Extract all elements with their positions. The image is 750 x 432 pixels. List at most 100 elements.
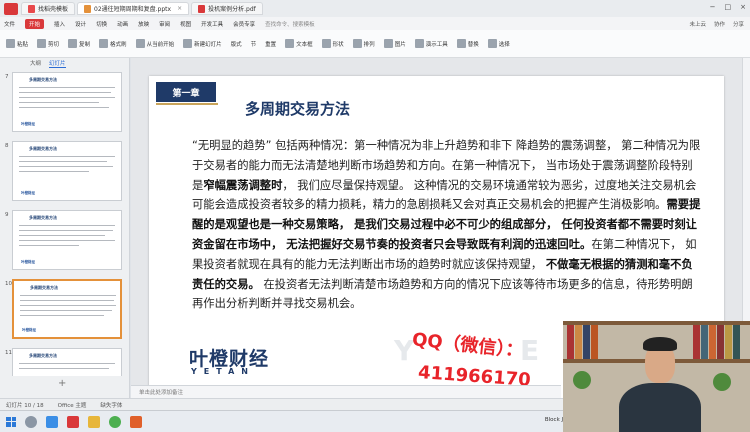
shape-button[interactable]: 形状 [321,39,344,48]
copy-icon [68,39,78,48]
textbox-label: 文本框 [296,41,313,48]
slide-thumb-row[interactable]: 9 多周期交易方法 叶橙财经 [0,210,130,270]
search-icon[interactable] [25,415,37,428]
textbox-button[interactable]: 文本框 [285,39,313,48]
layout-label: 版式 [230,41,242,48]
browser-icon[interactable] [46,415,58,428]
thumb-text-line [19,107,109,108]
slide-title: 多周期交易方法 [245,100,351,118]
arrange-icon [352,39,362,48]
format-painter-button[interactable]: 格式刷 [99,39,127,48]
cut-label: 剪切 [48,41,60,48]
tab-slides[interactable]: 幻灯片 [49,59,66,68]
scissors-icon [37,39,47,48]
title-bar: 找稻壳模板 02通往短期周期和复盘.pptx × 投机案例分析.pdf − □ … [0,0,750,17]
book [591,325,598,359]
pdf-icon [198,4,206,13]
theme-name: Office 主题 [57,402,87,409]
windows-start-icon[interactable] [6,416,16,427]
cloud-status[interactable]: 未上云 [689,20,706,28]
close-window-icon[interactable]: × [740,3,746,11]
paste-button[interactable]: 粘贴 [6,39,28,48]
notes-field[interactable]: 单击此处添加备注 [131,385,561,398]
thumb-title: 多周期交易方法 [30,285,58,290]
share-button[interactable]: 分享 [733,20,744,28]
thumb-text-line [19,235,105,236]
picture-button[interactable]: 图片 [383,39,406,48]
doc-tab-label: 02通往短期周期和复盘.pptx [94,6,172,13]
slide-thumb-row[interactable]: 7 多周期交易方法 叶橙财经 [0,72,130,132]
thumb-title: 多周期交易方法 [29,215,57,220]
reset-button[interactable]: 重置 [265,40,276,48]
book [709,325,716,359]
slide-thumbnail-selected[interactable]: 多周期交易方法 叶橙财经 [12,279,122,339]
select-button[interactable]: 选择 [487,39,510,48]
slide-thumbnail[interactable]: 多周期交易方法 叶橙财经 [12,72,122,132]
slide-number: 7 [5,74,9,80]
app-icon[interactable] [130,415,142,428]
menu-design[interactable]: 设计 [75,20,86,28]
maximize-icon[interactable]: □ [725,3,732,11]
slide-thumb-row[interactable]: 11 多周期交易方法 [0,348,130,376]
ribbon-toolbar: 粘贴 剪切 复制 格式刷 从当前开始 新建幻灯片 版式 节 重置 文本框 形状 … [0,30,750,58]
menu-review[interactable]: 审阅 [159,20,170,28]
slide-thumb-row-selected[interactable]: 10 多周期交易方法 叶橙财经 [0,279,130,339]
menu-file[interactable]: 文件 [4,20,15,28]
slide-number: 8 [5,143,9,149]
wps-icon[interactable] [67,415,79,428]
thumb-text-line [19,102,99,103]
cut-button[interactable]: 剪切 [37,39,59,48]
doc-tab-2[interactable]: 投机案例分析.pdf [191,2,263,15]
folder-icon[interactable] [88,415,100,428]
menu-member[interactable]: 会员专享 [233,20,255,28]
doc-tab-1[interactable]: 02通往短期周期和复盘.pptx × [77,2,190,15]
slide-thumbnail[interactable]: 多周期交易方法 [12,348,122,376]
slide-thumbnail[interactable]: 多周期交易方法 叶橙财经 [12,210,122,270]
wps-logo-icon[interactable] [4,2,18,15]
menu-start[interactable]: 开始 [25,18,45,29]
collab-button[interactable]: 协作 [714,20,725,28]
arrange-button[interactable]: 排列 [352,39,375,48]
thumb-title: 多周期交易方法 [29,146,57,151]
section-button[interactable]: 节 [251,40,257,48]
menu-developer[interactable]: 开发工具 [201,20,223,28]
presenter-icon [414,39,424,48]
menu-transition[interactable]: 切换 [96,20,107,28]
select-label: 选择 [498,41,510,48]
chrome-icon[interactable] [109,415,121,428]
presenter-hair [643,337,677,351]
new-slide-button[interactable]: 新建幻灯片 [183,39,222,48]
book [693,325,700,359]
book [717,325,724,359]
menu-animation[interactable]: 动画 [117,20,128,28]
picture-icon [383,39,393,48]
minimize-icon[interactable]: − [710,3,716,11]
missing-font-button[interactable]: 缺失字体 [100,401,122,409]
presenter-tools-button[interactable]: 演示工具 [414,39,448,48]
menu-slideshow[interactable]: 放映 [138,20,149,28]
slide-thumbnail[interactable]: 多周期交易方法 叶橙财经 [12,141,122,201]
book [701,325,708,359]
menubar-right: 未上云 协作 分享 [689,20,744,28]
slide-number: 9 [5,212,9,218]
doc-tab-0[interactable]: 找稻壳模板 [21,2,76,15]
close-tab-icon[interactable]: × [177,5,182,12]
thumb-text-line [19,87,115,88]
play-from-current-button[interactable]: 从当前开始 [135,39,174,48]
menu-view[interactable]: 视图 [180,20,191,28]
thumb-text-line [20,300,114,301]
add-slide-icon[interactable]: + [58,378,66,389]
layout-button[interactable]: 版式 [231,40,242,48]
slide-thumb-row[interactable]: 8 多周期交易方法 叶橙财经 [0,141,130,201]
menu-insert[interactable]: 插入 [54,20,65,28]
new-slide-label: 新建幻灯片 [194,41,222,48]
tab-outline[interactable]: 大纲 [30,59,41,67]
copy-button[interactable]: 复制 [68,39,90,48]
thumb-text-line [19,156,115,157]
thumb-text-line [19,161,107,162]
slide-body-text[interactable]: “无明显的趋势” 包括两种情况：第一种情况为非上升趋势和非下 降趋势的震荡调整，… [192,136,702,314]
app-window: 找稻壳模板 02通往短期周期和复盘.pptx × 投机案例分析.pdf − □ … [0,0,750,432]
command-search[interactable]: 查找命令、搜索模板 [265,20,315,28]
presenter-label: 演示工具 [425,41,448,48]
replace-button[interactable]: 替换 [456,39,479,48]
